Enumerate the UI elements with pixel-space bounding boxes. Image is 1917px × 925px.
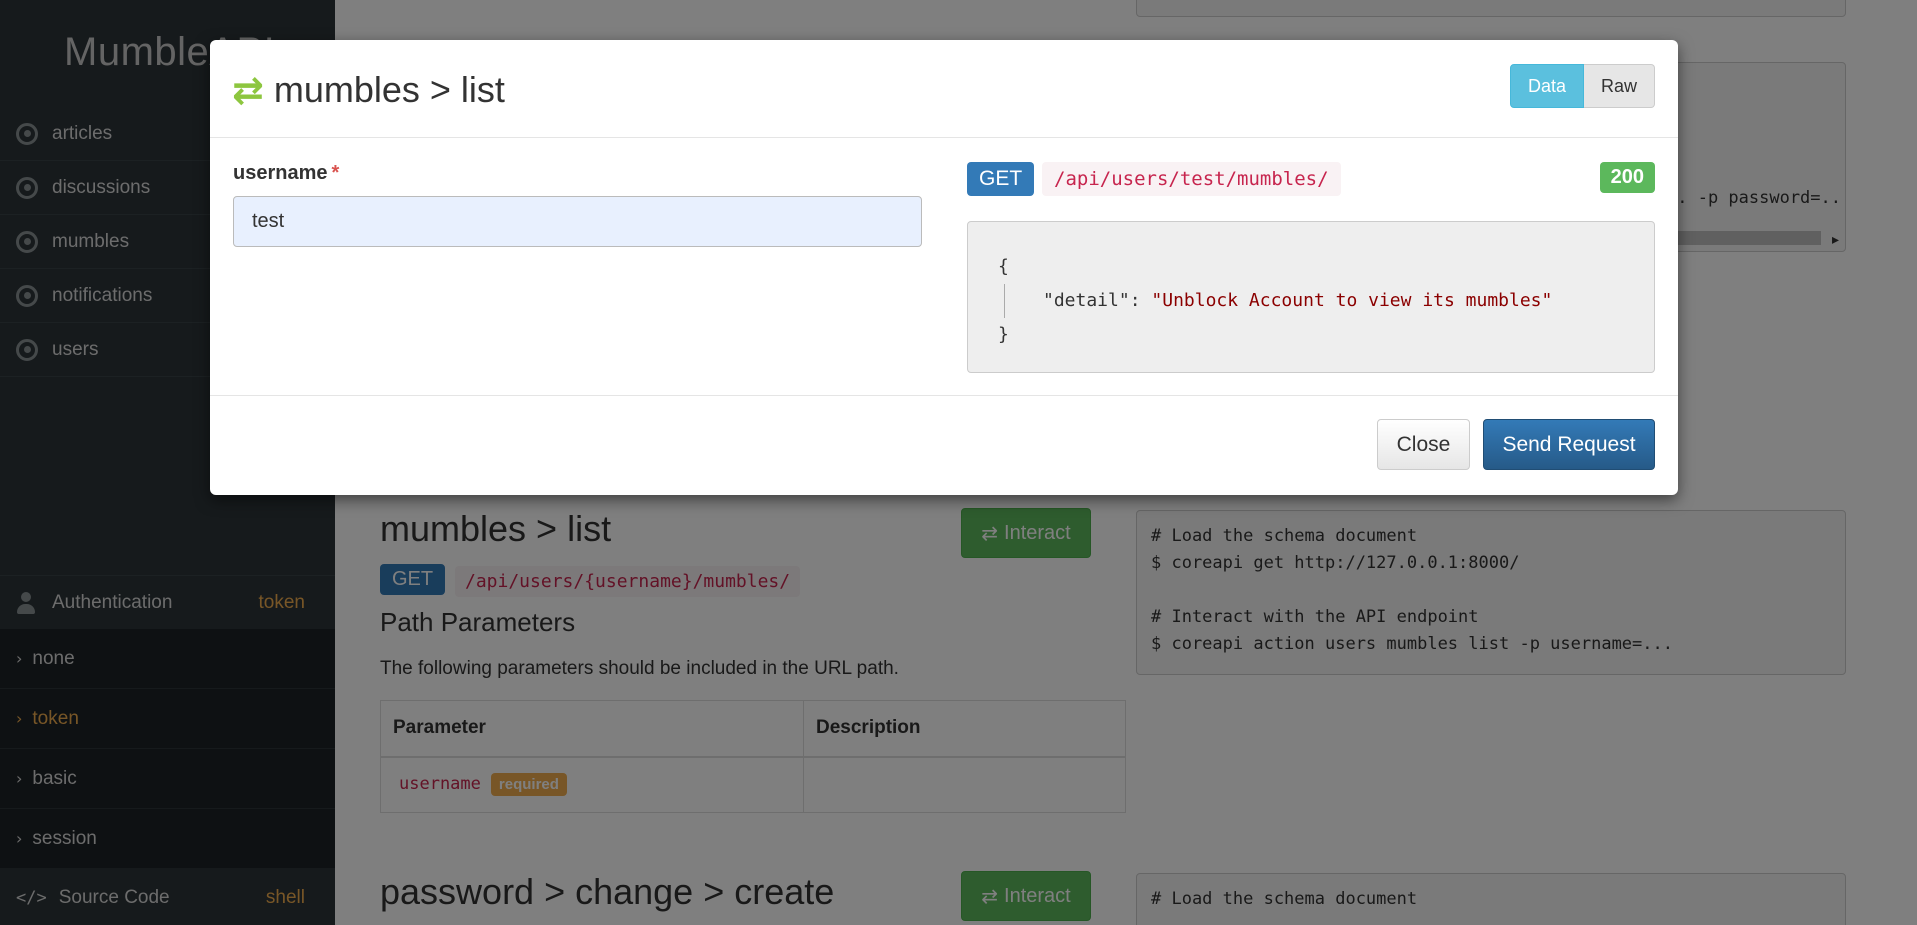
modal-footer: Close Send Request <box>210 396 1678 494</box>
modal-title: ⇄ mumbles > list <box>232 68 505 112</box>
close-button[interactable]: Close <box>1377 419 1470 470</box>
send-request-button[interactable]: Send Request <box>1483 419 1655 470</box>
username-input[interactable] <box>233 196 922 247</box>
modal-header: ⇄ mumbles > list Data Raw <box>210 40 1678 138</box>
json-key: "detail" <box>1043 290 1130 311</box>
format-toggle: Data Raw <box>1509 64 1655 108</box>
username-label: username * <box>233 162 339 185</box>
interact-modal: ⇄ mumbles > list Data Raw username* GET … <box>210 40 1678 495</box>
status-badge: 200 <box>1599 162 1655 193</box>
swap-icon: ⇄ <box>232 68 264 112</box>
json-close-brace: } <box>998 324 1009 345</box>
json-value: "Unblock Account to view its mumbles" <box>1151 290 1553 311</box>
data-toggle-button[interactable]: Data <box>1509 64 1584 108</box>
json-open-brace: { <box>998 256 1009 277</box>
response-path: /api/users/test/mumbles/ <box>1042 162 1341 196</box>
modal-title-text: mumbles > list <box>273 69 505 110</box>
required-mark: * <box>331 162 340 184</box>
response-method-badge: GET <box>967 162 1035 196</box>
modal-body: username* GET /api/users/test/mumbles/ 2… <box>210 138 1678 396</box>
response-body: { "detail": "Unblock Account to view its… <box>967 221 1655 373</box>
app-root: MumbleAPI articles discussions mumbles n… <box>0 0 1917 925</box>
raw-toggle-button[interactable]: Raw <box>1583 64 1655 108</box>
json-line: "detail": "Unblock Account to view its m… <box>1004 284 1624 318</box>
username-label-text: username <box>233 162 328 184</box>
json-colon: : <box>1129 290 1152 311</box>
